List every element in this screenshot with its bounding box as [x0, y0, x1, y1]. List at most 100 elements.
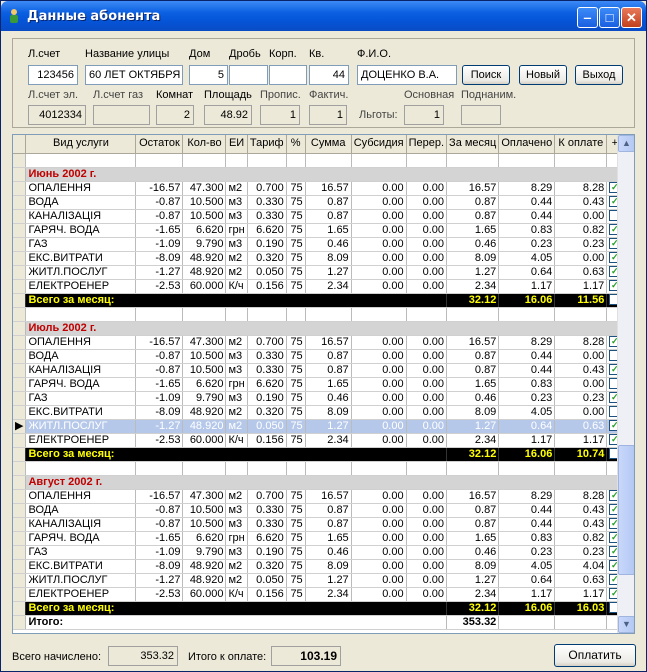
service-row[interactable]: ВОДА -0.87 10.500 м3 0.330 75 0.87 0.00 0.00 0.87… [13, 503, 624, 518]
service-row[interactable]: ЕЛЕКТРОЕНЕР -2.53 60.000 К/ч 0.156 75 2.34 0.00… [13, 433, 624, 448]
area-field[interactable]: 48.92 [204, 105, 252, 125]
month-total-row[interactable]: Всего за месяц: 32.12 16.06 11.56 [13, 293, 624, 308]
service-row[interactable]: КАНАЛІЗАЦІЯ -0.87 10.500 м3 0.330 75 0.87 0.00 0… [13, 209, 624, 224]
service-value: 0.44 [498, 349, 556, 364]
month-total-row[interactable]: Всего за месяц: 32.12 16.06 16.03 [13, 601, 624, 616]
service-value: 0.87 [305, 349, 352, 364]
apartment-field[interactable]: 44 [309, 65, 349, 85]
service-value: 0.00 [554, 349, 608, 364]
benefits-label: Льготы: [359, 109, 398, 121]
service-row[interactable]: КАНАЛІЗАЦІЯ -0.87 10.500 м3 0.330 75 0.87 0.00 0… [13, 363, 624, 378]
account-field[interactable]: 123456 [28, 65, 78, 85]
row-indicator [13, 601, 27, 616]
service-row[interactable]: ОПАЛЕННЯ -16.57 47.300 м2 0.700 75 16.57 0.00 0.… [13, 489, 624, 504]
service-row[interactable]: ОПАЛЕННЯ -16.57 47.300 м2 0.700 75 16.57 0.00 0.… [13, 181, 624, 196]
service-value: 1.17 [498, 279, 556, 294]
service-row[interactable]: ГАЗ -1.09 9.790 м3 0.190 75 0.46 0.00 0.00 0.46 0.… [13, 545, 624, 560]
tenant-benefit-field[interactable] [461, 105, 501, 125]
service-value: 0.00 [406, 251, 448, 266]
service-value: 0.46 [446, 545, 500, 560]
grid-header-row[interactable]: Вид услуги Остаток Кол-во ЕИ Тариф% Сумма Субс… [13, 135, 624, 154]
service-row[interactable]: ЕЛЕКТРОЕНЕР -2.53 60.000 К/ч 0.156 75 2.34 0.00… [13, 587, 624, 602]
service-row[interactable]: ▶ ЖИТЛ.ПОСЛУГ -1.27 48.920 м2 0.050 75 1.27 0.00… [13, 419, 624, 434]
service-row[interactable]: ЕКС.ВИТРАТИ -8.09 48.920 м2 0.320 75 8.09 0.00 0… [13, 559, 624, 574]
row-indicator [13, 181, 27, 196]
service-row[interactable]: ЖИТЛ.ПОСЛУГ -1.27 48.920 м2 0.050 75 1.27 0.00 0… [13, 265, 624, 280]
building-field[interactable] [269, 65, 307, 85]
service-row[interactable]: ОПАЛЕННЯ -16.57 47.300 м2 0.700 75 16.57 0.00 0.… [13, 335, 624, 350]
service-value: 0.00 [351, 587, 407, 602]
spacer-row[interactable] [13, 461, 624, 476]
empty-cell [247, 153, 287, 168]
service-value: 0.00 [406, 391, 448, 406]
actual-field[interactable]: 1 [309, 105, 347, 125]
service-value: 8.09 [446, 251, 500, 266]
acc-el-field[interactable]: 4012334 [28, 105, 86, 125]
spacer-row[interactable] [13, 153, 624, 168]
fio-field[interactable]: ДОЦЕНКО В.А. [357, 65, 457, 85]
service-value: 0.00 [406, 279, 448, 294]
service-value: 0.00 [406, 573, 448, 588]
month-header-row[interactable]: Июнь 2002 г. [13, 167, 624, 182]
service-value: 0.00 [351, 433, 407, 448]
row-indicator [13, 447, 27, 462]
service-value: -0.87 [135, 517, 184, 532]
row-indicator [13, 545, 27, 560]
service-name: ВОДА [25, 349, 137, 364]
exit-button[interactable]: Выход [575, 65, 623, 85]
search-button[interactable]: Поиск [462, 65, 510, 85]
service-row[interactable]: ЕКС.ВИТРАТИ -8.09 48.920 м2 0.320 75 8.09 0.00 0… [13, 251, 624, 266]
fraction-field[interactable] [229, 65, 268, 85]
scroll-down-button[interactable]: ▼ [618, 616, 634, 633]
service-row[interactable]: ГАРЯЧ. ВОДА -1.65 6.620 грн 6.620 75 1.65 0.00 0… [13, 377, 624, 392]
service-value: 1.65 [305, 223, 352, 238]
spacer-row[interactable] [13, 307, 624, 322]
service-row[interactable]: КАНАЛІЗАЦІЯ -0.87 10.500 м3 0.330 75 0.87 0.00 0… [13, 517, 624, 532]
close-button[interactable]: ✕ [621, 7, 642, 28]
month-total-row[interactable]: Всего за месяц: 32.12 16.06 10.74 [13, 447, 624, 462]
service-row[interactable]: ЕКС.ВИТРАТИ -8.09 48.920 м2 0.320 75 8.09 0.00 0… [13, 405, 624, 420]
service-row[interactable]: ВОДА -0.87 10.500 м3 0.330 75 0.87 0.00 0.00 0.87… [13, 195, 624, 210]
month-header-row[interactable]: Август 2002 г. [13, 475, 624, 490]
service-row[interactable]: ГАРЯЧ. ВОДА -1.65 6.620 грн 6.620 75 1.65 0.00 0… [13, 531, 624, 546]
maximize-button[interactable]: □ [599, 7, 620, 28]
registered-field[interactable]: 1 [260, 105, 300, 125]
acc-gas-field[interactable] [93, 105, 150, 125]
new-button[interactable]: Новый [519, 65, 567, 85]
month-header-row[interactable]: Июль 2002 г. [13, 321, 624, 336]
pay-button[interactable]: Оплатить [554, 644, 636, 667]
service-row[interactable]: ГАЗ -1.09 9.790 м3 0.190 75 0.46 0.00 0.00 0.46 0.… [13, 237, 624, 252]
total-to-pay-field[interactable]: 103.19 [271, 646, 341, 666]
title-bar[interactable]: Данные абонента ‒ □ ✕ [1, 1, 646, 31]
service-value: -0.87 [135, 209, 184, 224]
service-value: 0.00 [351, 517, 407, 532]
service-value: 75 [286, 419, 306, 434]
row-indicator [13, 433, 27, 448]
total-charged-field[interactable]: 353.32 [108, 646, 178, 666]
service-row[interactable]: ГАЗ -1.09 9.790 м3 0.190 75 0.46 0.00 0.00 0.46 0.… [13, 391, 624, 406]
service-row[interactable]: ГАРЯЧ. ВОДА -1.65 6.620 грн 6.620 75 1.65 0.00 0… [13, 223, 624, 238]
row-indicator [13, 321, 27, 336]
service-value: 75 [286, 363, 306, 378]
rooms-field[interactable]: 2 [156, 105, 194, 125]
main-benefit-field[interactable]: 1 [404, 105, 444, 125]
service-value: 8.28 [554, 335, 608, 350]
street-field[interactable]: 60 ЛЕТ ОКТЯБРЯ [85, 65, 183, 85]
service-value: 4.05 [498, 405, 556, 420]
service-value: 0.00 [351, 503, 407, 518]
empty-cell [498, 615, 556, 630]
scroll-thumb[interactable] [618, 445, 634, 575]
services-grid[interactable]: Вид услуги Остаток Кол-во ЕИ Тариф% Сумма Субс… [12, 134, 635, 634]
service-row[interactable]: ЖИТЛ.ПОСЛУГ -1.27 48.920 м2 0.050 75 1.27 0.00 0… [13, 573, 624, 588]
house-field[interactable]: 5 [189, 65, 228, 85]
minimize-button[interactable]: ‒ [577, 7, 598, 28]
scroll-up-button[interactable]: ▲ [618, 135, 634, 152]
service-row[interactable]: ЕЛЕКТРОЕНЕР -2.53 60.000 К/ч 0.156 75 2.34 0.00… [13, 279, 624, 294]
service-value: -0.87 [135, 363, 184, 378]
service-value: 0.46 [446, 237, 500, 252]
service-row[interactable]: ВОДА -0.87 10.500 м3 0.330 75 0.87 0.00 0.00 0.87… [13, 349, 624, 364]
service-value: 0.63 [554, 419, 608, 434]
grand-total-row[interactable]: Итого: 353.32 [13, 615, 624, 630]
house-label: Дом [189, 48, 211, 60]
grid-scrollbar[interactable]: ▲ ▼ [617, 135, 634, 633]
